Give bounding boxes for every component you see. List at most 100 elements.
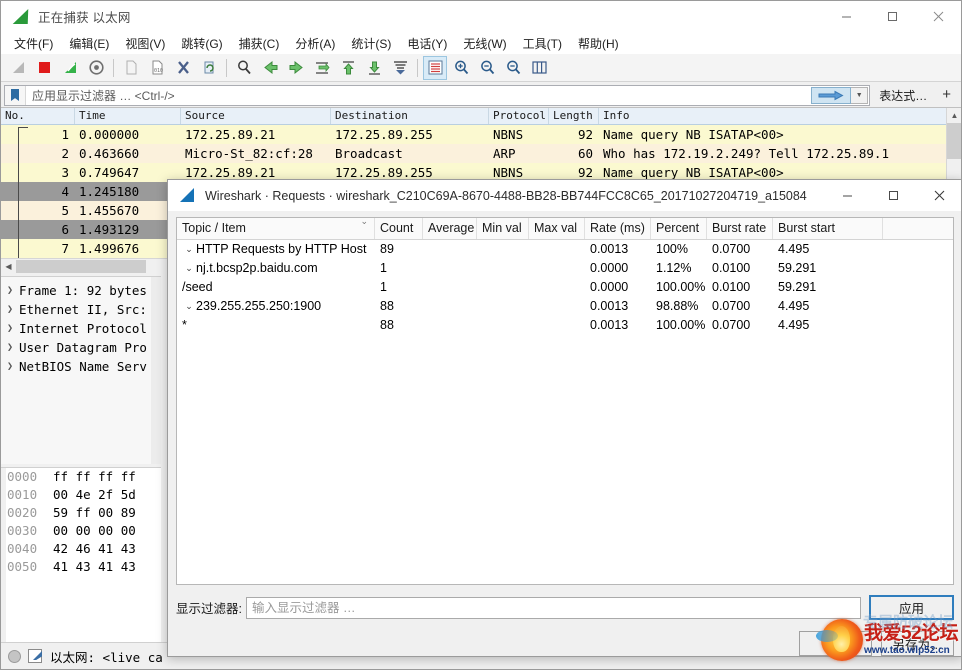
list-item[interactable]: ❯ Ethernet II, Src:: [1, 300, 161, 319]
list-item[interactable]: 0010 00 4e 2f 5d: [1, 486, 161, 504]
table-row[interactable]: * 88 0.0013 100.00% 0.0700 4.495: [177, 316, 953, 335]
menu-file[interactable]: 文件(F): [6, 33, 61, 54]
resize-columns-icon[interactable]: [527, 56, 551, 80]
table-row[interactable]: 1 0.000000 172.25.89.21 172.25.89.255 NB…: [1, 125, 961, 144]
restart-capture-icon[interactable]: [58, 56, 82, 80]
column-header-percent[interactable]: Percent: [651, 218, 707, 239]
menu-go[interactable]: 跳转(G): [173, 33, 230, 54]
list-item[interactable]: 0000 ff ff ff ff: [1, 468, 161, 486]
menu-help[interactable]: 帮助(H): [570, 33, 627, 54]
go-back-icon[interactable]: [258, 56, 282, 80]
copy-button[interactable]: 复制: [799, 631, 872, 656]
table-row[interactable]: ⌄ nj.t.bcsp2p.baidu.com 1 0.0000 1.12% 0…: [177, 259, 953, 278]
auto-scroll-icon[interactable]: [388, 56, 412, 80]
filter-expression-button[interactable]: 表达式…: [870, 87, 936, 104]
close-file-icon[interactable]: [171, 56, 195, 80]
chevron-left-icon[interactable]: ◀: [1, 258, 16, 273]
chevron-right-icon[interactable]: ❯: [1, 304, 19, 315]
list-item[interactable]: ❯ Internet Protocol: [1, 319, 161, 338]
detail-pane-vscrollbar[interactable]: [151, 277, 161, 464]
close-button[interactable]: [915, 1, 961, 32]
column-header-max-val[interactable]: Max val: [529, 218, 585, 239]
column-header-topic-item[interactable]: Topic / Item ⌄: [177, 218, 375, 239]
menu-edit[interactable]: 编辑(E): [61, 33, 117, 54]
minimize-button[interactable]: [823, 1, 869, 32]
dialog-minimize-button[interactable]: [824, 180, 870, 211]
save-as-button[interactable]: 另存为…: [881, 631, 954, 656]
svg-text:010: 010: [154, 68, 163, 74]
find-packet-icon[interactable]: [232, 56, 256, 80]
go-to-packet-icon[interactable]: [310, 56, 334, 80]
record-circle-icon[interactable]: [8, 649, 21, 663]
dialog-close-button[interactable]: [916, 180, 961, 211]
table-row[interactable]: 2 0.463660 Micro-St_82:cf:28 Broadcast A…: [1, 144, 961, 163]
menu-capture[interactable]: 捕获(C): [231, 33, 288, 54]
column-header-source[interactable]: Source: [181, 108, 331, 124]
chevron-down-icon[interactable]: ⌄: [182, 240, 196, 259]
zoom-reset-icon[interactable]: [501, 56, 525, 80]
column-header-burst-start[interactable]: Burst start: [773, 218, 883, 239]
table-row[interactable]: ⌄ 239.255.255.250:1900 88 0.0013 98.88% …: [177, 297, 953, 316]
dialog-maximize-button[interactable]: [870, 180, 916, 211]
list-item[interactable]: ❯ NetBIOS Name Serv: [1, 357, 161, 376]
list-item[interactable]: 0050 41 43 41 43: [1, 558, 161, 576]
menu-analyze[interactable]: 分析(A): [287, 33, 343, 54]
stop-capture-icon[interactable]: [32, 56, 56, 80]
column-header-average[interactable]: Average: [423, 218, 477, 239]
scrollbar-thumb[interactable]: [16, 259, 146, 273]
menu-telephony[interactable]: 电话(Y): [399, 33, 455, 54]
column-header-protocol[interactable]: Protocol: [489, 108, 549, 124]
table-row[interactable]: /seed 1 0.0000 100.00% 0.0100 59.291: [177, 278, 953, 297]
go-last-packet-icon[interactable]: [362, 56, 386, 80]
list-item[interactable]: 0040 42 46 41 43: [1, 540, 161, 558]
chevron-down-icon[interactable]: ⌄: [182, 259, 196, 278]
start-capture-icon[interactable]: [6, 56, 30, 80]
capture-options-icon[interactable]: [84, 56, 108, 80]
cell-burst-start: 59.291: [778, 280, 817, 294]
chevron-right-icon[interactable]: ❯: [1, 342, 19, 353]
column-header-rate-ms[interactable]: Rate (ms): [585, 218, 651, 239]
chevron-right-icon[interactable]: ❯: [1, 361, 19, 372]
menu-view[interactable]: 视图(V): [117, 33, 173, 54]
go-forward-icon[interactable]: [284, 56, 308, 80]
column-header-count[interactable]: Count: [375, 218, 423, 239]
scrollbar-thumb[interactable]: [947, 123, 961, 159]
list-item[interactable]: ❯ User Datagram Pro: [1, 338, 161, 357]
column-header-length[interactable]: Length: [549, 108, 599, 124]
bookmark-icon[interactable]: [5, 85, 26, 105]
capture-file-icon[interactable]: [28, 649, 42, 663]
cell-min-val: [477, 278, 529, 297]
chevron-down-icon[interactable]: ▼: [851, 86, 869, 104]
cell-protocol: NBNS: [493, 127, 524, 142]
go-first-packet-icon[interactable]: [336, 56, 360, 80]
list-item[interactable]: 0030 00 00 00 00: [1, 522, 161, 540]
column-header-burst-rate[interactable]: Burst rate: [707, 218, 773, 239]
menu-tools[interactable]: 工具(T): [515, 33, 570, 54]
column-header-time[interactable]: Time: [75, 108, 181, 124]
display-filter-input[interactable]: 应用显示过滤器 … <Ctrl-/> ▼: [4, 84, 871, 106]
add-filter-button[interactable]: +: [936, 86, 961, 105]
menu-statistics[interactable]: 统计(S): [343, 33, 399, 54]
column-header-info[interactable]: Info: [599, 108, 961, 124]
maximize-button[interactable]: [869, 1, 915, 32]
colorize-icon[interactable]: [423, 55, 447, 80]
apply-filter-arrow-icon[interactable]: [811, 86, 852, 104]
table-row[interactable]: ⌄ HTTP Requests by HTTP Host 89 0.0013 1…: [177, 240, 953, 259]
chevron-right-icon[interactable]: ❯: [1, 285, 19, 296]
reload-icon[interactable]: [197, 56, 221, 80]
open-file-icon[interactable]: [119, 56, 143, 80]
menu-wireless[interactable]: 无线(W): [455, 33, 514, 54]
chevron-up-icon[interactable]: ▲: [947, 108, 961, 123]
dialog-filter-input[interactable]: 输入显示过滤器 …: [245, 596, 861, 619]
apply-button[interactable]: 应用: [869, 595, 954, 620]
column-header-destination[interactable]: Destination: [331, 108, 489, 124]
column-header-min-val[interactable]: Min val: [477, 218, 529, 239]
list-item[interactable]: 0020 59 ff 00 89: [1, 504, 161, 522]
zoom-in-icon[interactable]: [449, 56, 473, 80]
save-file-icon[interactable]: 010: [145, 56, 169, 80]
zoom-out-icon[interactable]: [475, 56, 499, 80]
list-item[interactable]: ❯ Frame 1: 92 bytes: [1, 281, 161, 300]
column-header-no[interactable]: No.: [1, 108, 75, 124]
chevron-down-icon[interactable]: ⌄: [182, 297, 196, 316]
chevron-right-icon[interactable]: ❯: [1, 323, 19, 334]
